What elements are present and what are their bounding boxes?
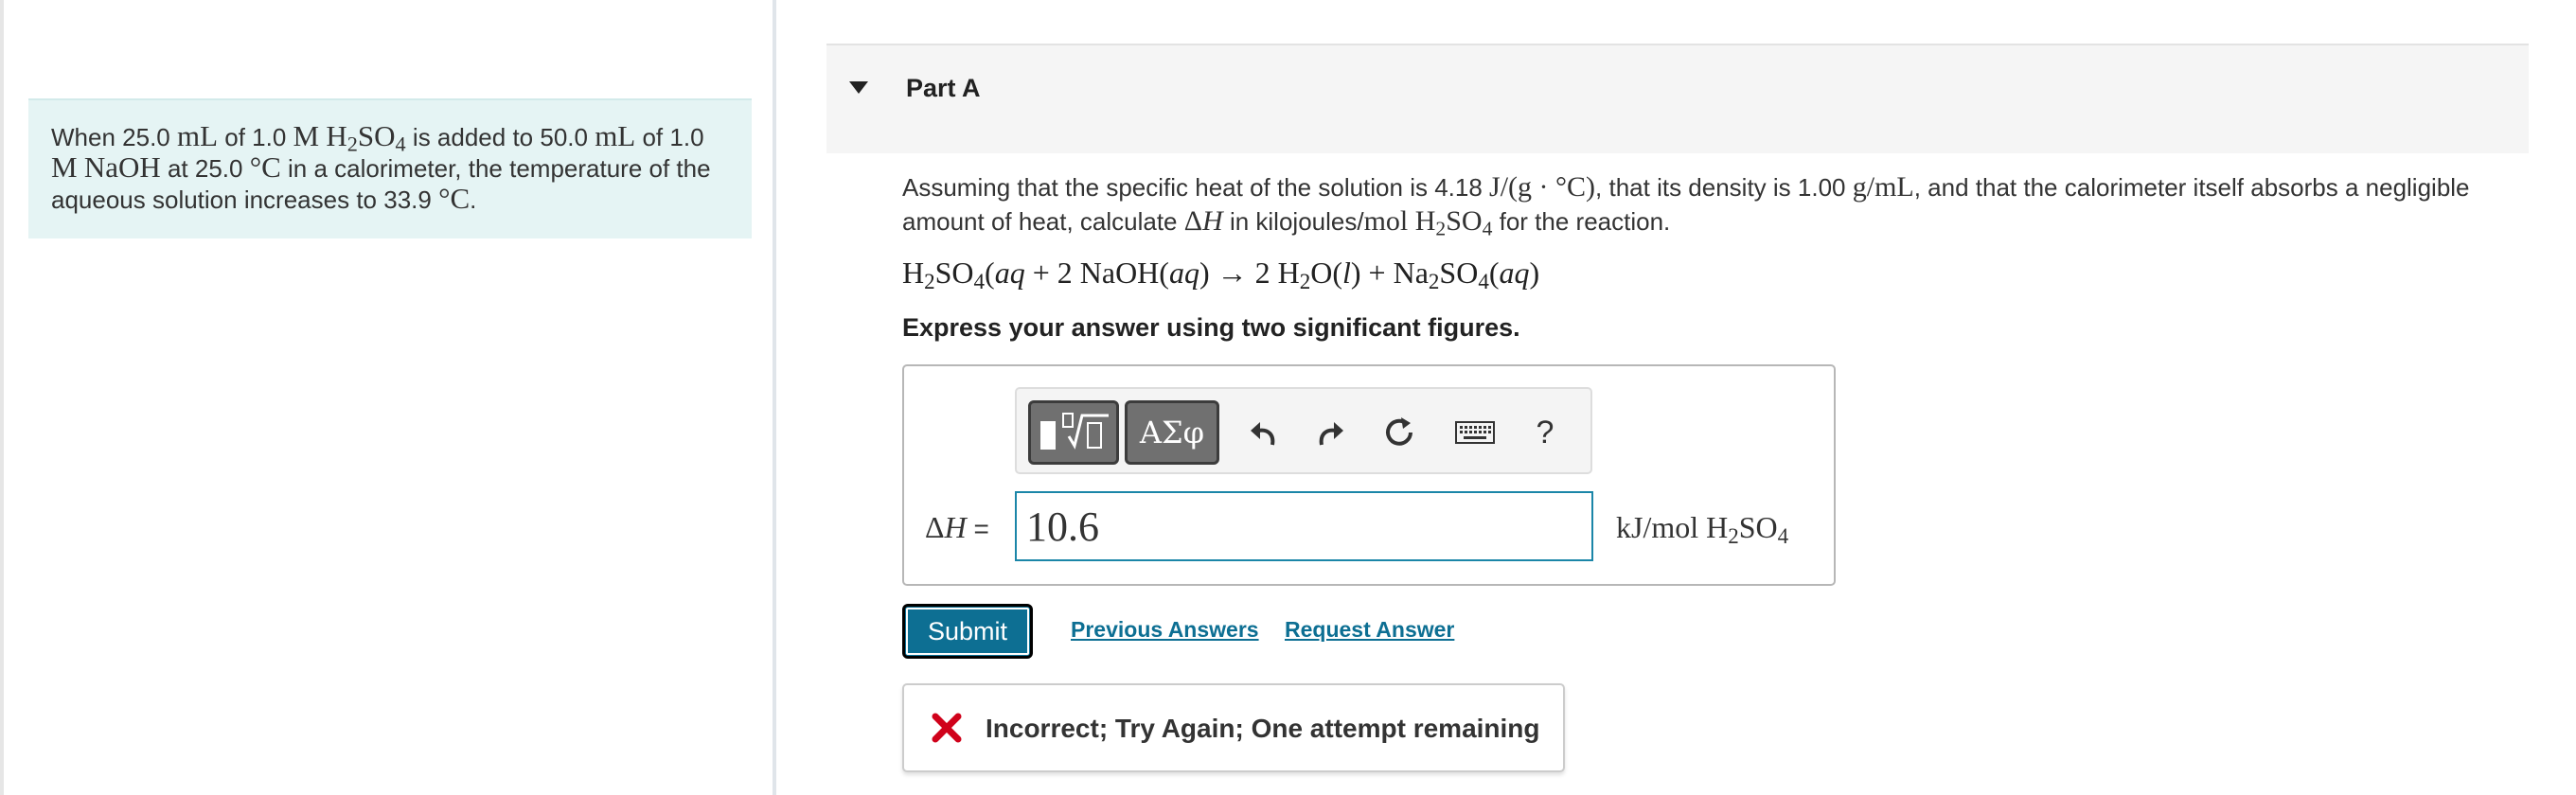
intro-text: is added to 50.0 [405, 123, 595, 151]
request-answer-link[interactable]: Request Answer [1285, 617, 1454, 643]
feedback-text: Incorrect; Try Again; One attempt remain… [986, 714, 1540, 743]
density-unit: g/mL [1852, 171, 1914, 203]
undo-icon [1251, 422, 1275, 446]
intro-unit: mL [176, 119, 219, 152]
question-text: Assuming that the specific heat of the s… [902, 171, 2470, 240]
delta-h-label: ΔH = [925, 510, 989, 544]
problem-intro: When 25.0 mL of 1.0 M H2SO4 is added to … [28, 98, 752, 238]
intro-formula-naoh: NaOH [83, 150, 161, 184]
instruction-text: Express your answer using two significan… [902, 313, 1520, 342]
delta-h-symbol: ΔH [1183, 205, 1223, 237]
help-button[interactable]: ? [1519, 406, 1572, 459]
reaction-equation: H2SO4(aq + 2 NaOH(aq) → 2 H2O(l) + Na2SO… [902, 256, 1540, 293]
answer-panel: ΑΣφ ? ΔH = 10.6 kJ/mol H2SO4 [902, 364, 1836, 586]
intro-text: of 1.0 [635, 123, 704, 151]
math-toolbar: ΑΣφ ? [1015, 387, 1592, 474]
symbols-button[interactable]: ΑΣφ [1125, 400, 1219, 465]
intro-unit: mL [595, 119, 636, 152]
incorrect-x-icon [932, 713, 962, 743]
intro-text: of 1.0 [218, 123, 293, 151]
part-a-header[interactable]: Part A [826, 44, 2529, 153]
intro-unit: M [51, 150, 78, 184]
answer-input[interactable]: 10.6 [1015, 491, 1593, 561]
help-icon: ? [1536, 414, 1554, 450]
intro-unit: M [293, 119, 320, 152]
redo-icon [1319, 422, 1343, 446]
feedback-box: Incorrect; Try Again; One attempt remain… [902, 683, 1565, 772]
per-mol-formula: mol H2SO4 [1363, 205, 1493, 240]
templates-button[interactable] [1028, 400, 1119, 465]
undo-button[interactable] [1236, 406, 1289, 459]
reset-button[interactable] [1373, 406, 1426, 459]
previous-answers-link[interactable]: Previous Answers [1071, 617, 1259, 643]
part-title: Part A [906, 74, 981, 102]
collapse-caret-icon[interactable] [849, 81, 868, 94]
templates-icon [1040, 413, 1109, 450]
redo-button[interactable] [1305, 406, 1358, 459]
column-divider [773, 0, 776, 795]
answer-unit: kJ/mol H2SO4 [1616, 510, 1789, 548]
specific-heat-unit: J/(g · °C) [1489, 171, 1596, 203]
intro-unit: °C [249, 150, 281, 184]
submit-button[interactable]: Submit [902, 604, 1033, 659]
intro-unit: °C [438, 182, 471, 215]
intro-formula-h2so4: H2SO4 [326, 119, 406, 156]
intro-text: When 25.0 [51, 123, 177, 151]
keyboard-icon [1455, 421, 1495, 444]
keyboard-button[interactable] [1448, 406, 1501, 459]
intro-text: at 25.0 [160, 154, 250, 183]
reset-icon [1386, 417, 1412, 446]
